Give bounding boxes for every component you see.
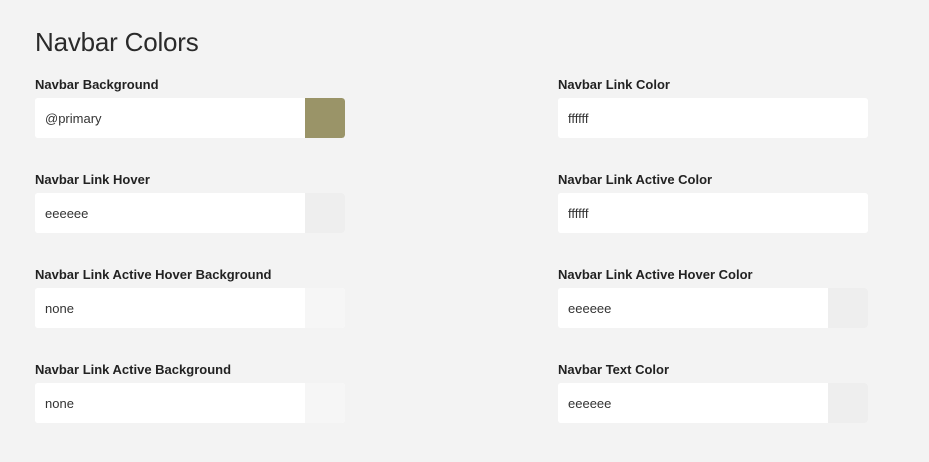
navbar-link-active-color-field: Navbar Link Active Color: [558, 172, 868, 233]
navbar-link-active-background-color-swatch[interactable]: [305, 383, 345, 423]
navbar-link-active-hover-color-input-group: [558, 288, 868, 328]
navbar-background-color-swatch[interactable]: [305, 98, 345, 138]
navbar-text-color-field: Navbar Text Color: [558, 362, 868, 423]
navbar-background-input[interactable]: [35, 98, 305, 138]
navbar-link-active-color-input-group: [558, 193, 868, 233]
navbar-link-active-hover-color-field: Navbar Link Active Hover Color: [558, 267, 868, 328]
page-title: Navbar Colors: [35, 27, 199, 57]
navbar-link-active-hover-color-swatch[interactable]: [828, 288, 868, 328]
navbar-link-active-hover-background-field: Navbar Link Active Hover Background: [35, 267, 345, 328]
navbar-link-hover-label: Navbar Link Hover: [35, 172, 150, 187]
navbar-text-color-input-group: [558, 383, 868, 423]
navbar-text-color-input[interactable]: [558, 383, 828, 423]
navbar-link-hover-color-swatch[interactable]: [305, 193, 345, 233]
navbar-link-active-hover-color-input[interactable]: [558, 288, 828, 328]
navbar-link-active-background-label: Navbar Link Active Background: [35, 362, 232, 377]
navbar-link-active-color-label: Navbar Link Active Color: [558, 172, 713, 187]
navbar-link-active-hover-background-color-swatch[interactable]: [305, 288, 345, 328]
navbar-link-color-label: Navbar Link Color: [558, 77, 670, 92]
navbar-link-active-background-input-group: [35, 383, 345, 423]
navbar-link-active-hover-background-label: Navbar Link Active Hover Background: [35, 267, 272, 282]
navbar-link-active-background-field: Navbar Link Active Background: [35, 362, 345, 423]
navbar-link-hover-field: Navbar Link Hover: [35, 172, 345, 233]
navbar-link-active-hover-color-label: Navbar Link Active Hover Color: [558, 267, 753, 282]
navbar-link-hover-input-group: [35, 193, 345, 233]
navbar-link-active-background-input[interactable]: [35, 383, 305, 423]
navbar-link-active-hover-background-input[interactable]: [35, 288, 305, 328]
navbar-link-color-input-group: [558, 98, 868, 138]
navbar-background-field: Navbar Background: [35, 77, 345, 138]
navbar-link-active-color-input[interactable]: [558, 193, 828, 233]
navbar-link-active-hover-background-input-group: [35, 288, 345, 328]
navbar-background-input-group: [35, 98, 345, 138]
navbar-link-color-swatch[interactable]: [828, 98, 868, 138]
navbar-text-color-swatch[interactable]: [828, 383, 868, 423]
navbar-background-label: Navbar Background: [35, 77, 159, 92]
navbar-text-color-label: Navbar Text Color: [558, 362, 670, 377]
navbar-link-hover-input[interactable]: [35, 193, 305, 233]
navbar-link-active-color-swatch[interactable]: [828, 193, 868, 233]
navbar-link-color-field: Navbar Link Color: [558, 77, 868, 138]
navbar-link-color-input[interactable]: [558, 98, 828, 138]
